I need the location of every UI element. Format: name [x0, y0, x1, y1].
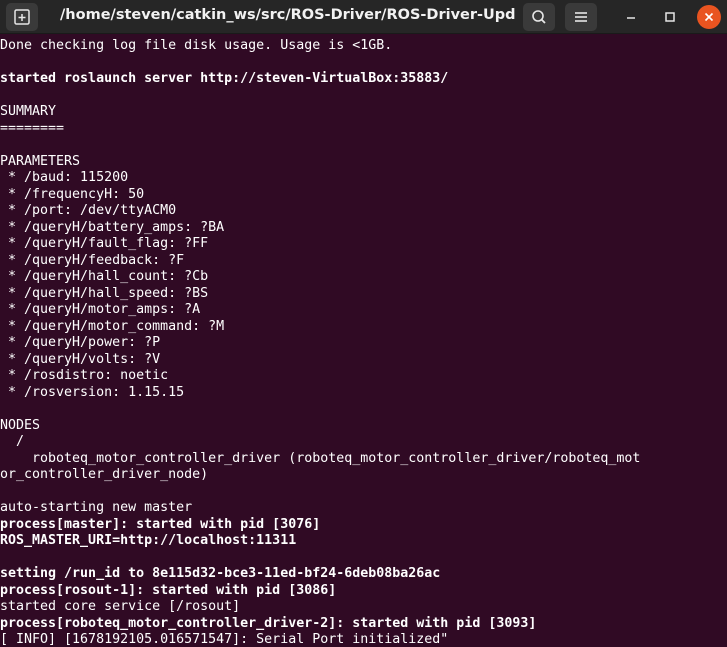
terminal-window: /home/steven/catkin_ws/src/ROS-Driver/RO… [0, 0, 727, 647]
terminal-line: * /queryH/feedback: ?F [0, 252, 185, 268]
terminal-line: * /queryH/volts: ?V [0, 351, 161, 367]
new-tab-button[interactable] [6, 3, 38, 31]
terminal-line: process[master]: started with pid [3076] [0, 516, 321, 532]
terminal-line: * /rosversion: 1.15.15 [0, 384, 185, 400]
search-icon [532, 10, 546, 24]
close-icon [704, 12, 714, 22]
terminal-line: * /baud: 115200 [0, 170, 129, 185]
terminal-line: * /queryH/hall_speed: ?BS [0, 285, 209, 301]
terminal-line: * /frequencyH: 50 [0, 186, 145, 202]
terminal-line: * /queryH/motor_amps: ?A [0, 302, 201, 317]
terminal-line: * /queryH/battery_amps: ?BA [0, 219, 225, 235]
terminal-line: * /queryH/fault_flag: ?FF [0, 236, 209, 251]
terminal-line: NODES [0, 417, 41, 433]
terminal-line: * /queryH/power: ?P [0, 335, 161, 350]
terminal-line: Done checking log file disk usage. Usage… [0, 38, 393, 53]
title-bar[interactable]: /home/steven/catkin_ws/src/ROS-Driver/RO… [0, 0, 727, 34]
search-button[interactable] [523, 3, 555, 31]
hamburger-menu-icon [575, 12, 587, 22]
terminal-line: * /queryH/hall_count: ?Cb [0, 269, 209, 284]
terminal-line: * /queryH/motor_command: ?M [0, 318, 225, 334]
terminal-line: / [0, 434, 25, 449]
terminal-line: * /rosdistro: noetic [0, 368, 169, 383]
terminal-line: setting /run_id to 8e115d32-bce3-11ed-bf… [0, 566, 441, 581]
maximize-button[interactable] [658, 5, 682, 29]
terminal-output[interactable]: Done checking log file disk usage. Usage… [0, 38, 727, 647]
terminal-line: * /port: /dev/ttyACM0 [0, 203, 177, 218]
close-button[interactable] [697, 5, 721, 29]
window-title: /home/steven/catkin_ws/src/ROS-Driver/RO… [60, 7, 515, 23]
minimize-icon [627, 17, 635, 19]
minimize-button[interactable] [619, 5, 643, 29]
terminal-line: PARAMETERS [0, 153, 81, 169]
terminal-line: auto-starting new master [0, 500, 193, 515]
terminal-line: process[roboteq_motor_controller_driver-… [0, 615, 537, 631]
terminal-line: [ INFO] [1678192105.016571547]: Serial P… [0, 632, 449, 647]
terminal-line: or_controller_driver_node) [0, 467, 209, 482]
maximize-icon [665, 12, 675, 22]
terminal-line: started core service [/rosout] [0, 599, 241, 614]
terminal-line: process[rosout-1]: started with pid [308… [0, 582, 337, 598]
terminal-line: started roslaunch server http://steven-V… [0, 71, 449, 86]
terminal-line: ROS_MASTER_URI=http://localhost:11311 [0, 533, 297, 548]
terminal-line: roboteq_motor_controller_driver (roboteq… [0, 450, 641, 466]
menu-button[interactable] [565, 3, 597, 31]
terminal-line: ======== [0, 120, 65, 136]
terminal-line: SUMMARY [0, 104, 57, 119]
new-tab-icon [14, 9, 30, 25]
